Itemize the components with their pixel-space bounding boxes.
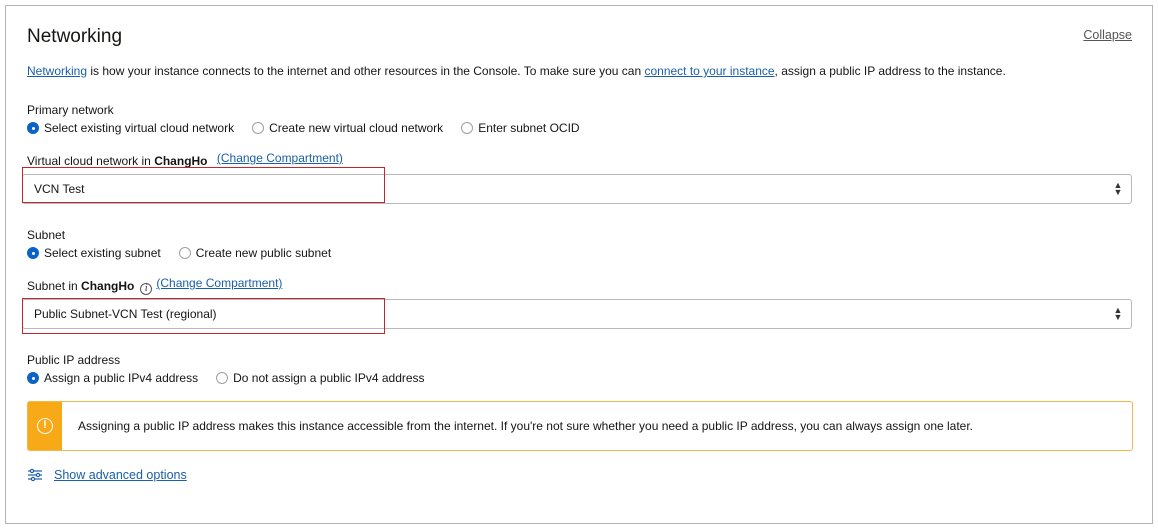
radio-create-new-vcn[interactable]: Create new virtual cloud network	[252, 121, 443, 135]
sliders-icon	[28, 468, 42, 482]
select-updown-icon: ▲ ▼	[1113, 180, 1123, 197]
show-advanced-options-link[interactable]: Show advanced options	[54, 468, 187, 482]
subnet-highlight-box	[22, 298, 385, 334]
connect-to-instance-link[interactable]: connect to your instance	[644, 64, 774, 78]
radio-unselected-icon	[461, 122, 474, 134]
public-ip-label: Public IP address	[27, 353, 121, 367]
description-text-1: is how your instance connects to the int…	[87, 64, 645, 78]
radio-unselected-icon	[178, 247, 191, 259]
vcn-compartment-name: ChangHo	[154, 154, 208, 168]
info-icon[interactable]: i	[140, 283, 153, 295]
radio-create-new-public-subnet[interactable]: Create new public subnet	[178, 246, 331, 260]
radio-selected-icon	[27, 372, 39, 384]
warning-accent: !	[28, 402, 62, 450]
radio-selected-icon	[27, 247, 39, 259]
public-ip-warning: ! Assigning a public IP address makes th…	[27, 401, 1133, 451]
show-advanced-options[interactable]: Show advanced options	[27, 468, 187, 482]
warning-icon: !	[37, 418, 53, 434]
subnet-compartment-label: Subnet in ChangHo i (Change Compartment)	[27, 276, 283, 295]
networking-description: Networking is how your instance connects…	[27, 64, 1006, 78]
subnet-label: Subnet	[27, 228, 66, 242]
radio-select-existing-vcn[interactable]: Select existing virtual cloud network	[27, 121, 234, 135]
networking-doc-link[interactable]: Networking	[27, 64, 87, 78]
collapse-link[interactable]: Collapse	[1083, 28, 1132, 42]
vcn-label: Virtual cloud network in ChangHo (Change…	[27, 151, 343, 168]
radio-do-not-assign-public-ipv4[interactable]: Do not assign a public IPv4 address	[216, 371, 425, 385]
select-updown-icon: ▲ ▼	[1113, 305, 1123, 322]
primary-network-label: Primary network	[27, 103, 114, 117]
radio-assign-public-ipv4[interactable]: Assign a public IPv4 address	[27, 371, 198, 385]
warning-text: Assigning a public IP address makes this…	[78, 419, 974, 433]
radio-select-existing-subnet[interactable]: Select existing subnet	[27, 246, 161, 260]
networking-panel: Networking Collapse Networking is how yo…	[5, 5, 1153, 524]
subnet-change-compartment-link[interactable]: (Change Compartment)	[156, 276, 282, 290]
vcn-change-compartment-link[interactable]: (Change Compartment)	[217, 151, 343, 165]
radio-unselected-icon	[216, 372, 229, 384]
section-title: Networking	[27, 26, 123, 47]
radio-enter-subnet-ocid[interactable]: Enter subnet OCID	[461, 121, 580, 135]
description-text-2: , assign a public IP address to the inst…	[774, 64, 1006, 78]
subnet-compartment-name: ChangHo	[81, 279, 135, 293]
subnet-radio-group: Select existing subnet Create new public…	[27, 246, 349, 260]
radio-selected-icon	[27, 122, 39, 134]
public-ip-radio-group: Assign a public IPv4 address Do not assi…	[27, 371, 443, 385]
primary-network-radio-group: Select existing virtual cloud network Cr…	[27, 121, 598, 135]
radio-unselected-icon	[252, 122, 265, 134]
vcn-highlight-box	[22, 167, 385, 203]
